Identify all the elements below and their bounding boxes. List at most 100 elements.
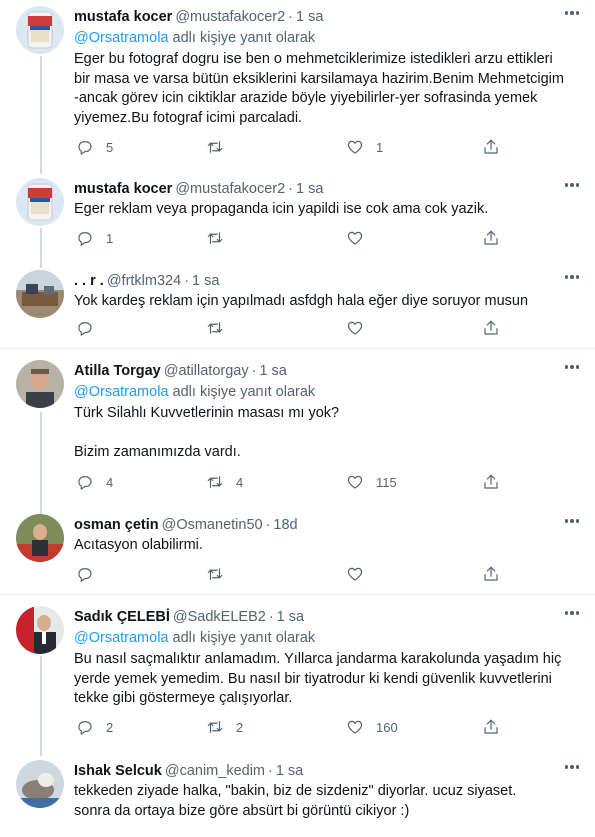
share-button[interactable] bbox=[482, 717, 500, 737]
user-handle[interactable]: @Osmanetin50 bbox=[162, 517, 263, 533]
avatar[interactable] bbox=[16, 760, 64, 808]
like-button[interactable]: 160 bbox=[346, 717, 398, 737]
timestamp[interactable]: 1 sa bbox=[296, 181, 323, 197]
reply-icon bbox=[78, 568, 92, 582]
display-name[interactable]: mustafa kocer bbox=[74, 181, 172, 197]
tweet[interactable]: osman çetin @Osmanetin50 · 18d Acıtasyon ol… bbox=[0, 510, 595, 590]
more-icon[interactable] bbox=[563, 360, 581, 374]
display-name[interactable]: . . r . bbox=[74, 273, 104, 289]
timestamp[interactable]: 1 sa bbox=[296, 9, 323, 25]
tweet-text-line: tekke gibi göstermeye çalışıyorlar. bbox=[74, 690, 293, 706]
share-button[interactable] bbox=[482, 137, 500, 157]
divider bbox=[0, 594, 595, 595]
mention-link[interactable]: @Orsatramola bbox=[74, 384, 169, 400]
timestamp[interactable]: 1 sa bbox=[192, 273, 219, 289]
tweet[interactable]: mustafa kocer @mustafakocer2 · 1 sa Eger re… bbox=[0, 174, 595, 254]
share-button[interactable] bbox=[482, 228, 500, 248]
reply-button[interactable]: 5 bbox=[76, 137, 113, 157]
tweet[interactable]: Atilla Torgay @atillatorgay · 1 sa @Orsatra… bbox=[0, 356, 595, 504]
reply-button[interactable]: 2 bbox=[76, 717, 113, 737]
retweet-icon bbox=[207, 721, 223, 733]
separator-dot: · bbox=[265, 517, 271, 533]
user-handle[interactable]: @frtklm324 bbox=[107, 273, 181, 289]
retweet-button[interactable] bbox=[206, 137, 236, 157]
timestamp[interactable]: 1 sa bbox=[277, 609, 304, 625]
timestamp[interactable]: 1 sa bbox=[259, 363, 286, 379]
reply-count: 4 bbox=[106, 474, 114, 490]
user-handle[interactable]: @atillatorgay bbox=[164, 363, 249, 379]
tweet[interactable]: . . r . @frtklm324 · 1 sa Yok kardeş reklam… bbox=[0, 266, 595, 346]
more-icon[interactable] bbox=[563, 606, 581, 620]
user-handle[interactable]: @mustafakocer2 bbox=[175, 181, 285, 197]
more-icon[interactable] bbox=[563, 6, 581, 20]
reply-icon bbox=[78, 322, 92, 336]
reply-icon bbox=[78, 232, 92, 246]
like-count: 160 bbox=[376, 719, 398, 735]
more-icon[interactable] bbox=[563, 270, 581, 284]
reply-button[interactable]: 1 bbox=[76, 228, 113, 248]
more-icon[interactable] bbox=[563, 178, 581, 192]
avatar[interactable] bbox=[16, 514, 64, 562]
display-name[interactable]: Sadık ÇELEBİ bbox=[74, 609, 170, 625]
mention-link[interactable]: @Orsatramola bbox=[74, 630, 169, 646]
separator-dot: · bbox=[184, 273, 190, 289]
avatar[interactable] bbox=[16, 270, 64, 318]
user-handle[interactable]: @mustafakocer2 bbox=[175, 9, 285, 25]
tweet-text-line bbox=[74, 424, 579, 444]
like-button[interactable] bbox=[346, 564, 376, 584]
avatar[interactable] bbox=[16, 606, 64, 654]
reply-context-label: adlı kişiye yanıt olarak bbox=[172, 30, 316, 46]
more-icon[interactable] bbox=[563, 760, 581, 774]
separator-dot: · bbox=[288, 9, 293, 25]
avatar[interactable] bbox=[16, 360, 64, 408]
reply-context-label: adlı kişiye yanıt olarak bbox=[172, 630, 316, 646]
reply-context: @Orsatramola adlı kişiye yanıt olarak bbox=[74, 383, 315, 402]
display-name[interactable]: Atilla Torgay bbox=[74, 363, 161, 379]
retweet-button[interactable] bbox=[206, 564, 236, 584]
reply-button[interactable] bbox=[76, 564, 106, 584]
tweet-header: mustafa kocer @mustafakocer2 · 1 sa bbox=[74, 8, 323, 26]
retweet-icon bbox=[207, 232, 223, 244]
more-icon[interactable] bbox=[563, 514, 581, 528]
tweet[interactable]: mustafa kocer @mustafakocer2 · 1 sa @Orsatr… bbox=[0, 2, 595, 170]
reply-icon bbox=[78, 476, 92, 490]
reply-context: @Orsatramola adlı kişiye yanıt olarak bbox=[74, 29, 315, 48]
tweet[interactable]: Sadık ÇELEBİ @SadkELEB2 · 1 sa @Orsatramola… bbox=[0, 602, 595, 746]
like-button[interactable] bbox=[346, 318, 376, 338]
tweet-header: Atilla Torgay @atillatorgay · 1 sa bbox=[74, 362, 287, 380]
user-handle[interactable]: @canim_kedim bbox=[165, 763, 265, 779]
user-handle[interactable]: @SadkELEB2 bbox=[173, 609, 266, 625]
retweet-button[interactable]: 2 bbox=[206, 717, 243, 737]
display-name[interactable]: osman çetin bbox=[74, 517, 159, 533]
avatar[interactable] bbox=[16, 178, 64, 226]
retweet-button[interactable]: 4 bbox=[206, 472, 243, 492]
reply-button[interactable]: 4 bbox=[76, 472, 113, 492]
heart-icon bbox=[347, 321, 363, 335]
mention-link[interactable]: @Orsatramola bbox=[74, 30, 169, 46]
retweet-button[interactable] bbox=[206, 318, 236, 338]
avatar[interactable] bbox=[16, 6, 64, 54]
retweet-count: 2 bbox=[236, 719, 244, 735]
reply-button[interactable] bbox=[76, 318, 106, 338]
timestamp[interactable]: 18d bbox=[273, 517, 297, 533]
share-button[interactable] bbox=[482, 564, 500, 584]
display-name[interactable]: mustafa kocer bbox=[74, 9, 172, 25]
tweet-text-line: bir masa ve varsa bütün eksiklerini kars… bbox=[74, 70, 564, 87]
tweet-text-line: Eger reklam veya propaganda icin yapildi… bbox=[74, 201, 489, 217]
timestamp[interactable]: 1 sa bbox=[276, 763, 303, 779]
like-button[interactable]: 115 bbox=[346, 472, 397, 492]
retweet-button[interactable] bbox=[206, 228, 236, 248]
tweet[interactable]: Ishak Selcuk @canim_kedim · 1 sa tekkeden z… bbox=[0, 756, 595, 837]
display-name[interactable]: Ishak Selcuk bbox=[74, 763, 162, 779]
separator-dot: · bbox=[268, 763, 273, 779]
share-button[interactable] bbox=[482, 318, 500, 338]
like-button[interactable] bbox=[346, 228, 376, 248]
separator-dot: · bbox=[251, 363, 257, 379]
like-button[interactable]: 1 bbox=[346, 137, 383, 157]
reply-context: @Orsatramola adlı kişiye yanıt olarak bbox=[74, 629, 315, 648]
heart-icon bbox=[347, 567, 363, 581]
tweet-text: tekkeden ziyade halka, "bakin, biz de si… bbox=[74, 782, 579, 821]
share-button[interactable] bbox=[482, 472, 500, 492]
reply-count: 2 bbox=[106, 719, 114, 735]
reply-icon bbox=[78, 141, 92, 155]
